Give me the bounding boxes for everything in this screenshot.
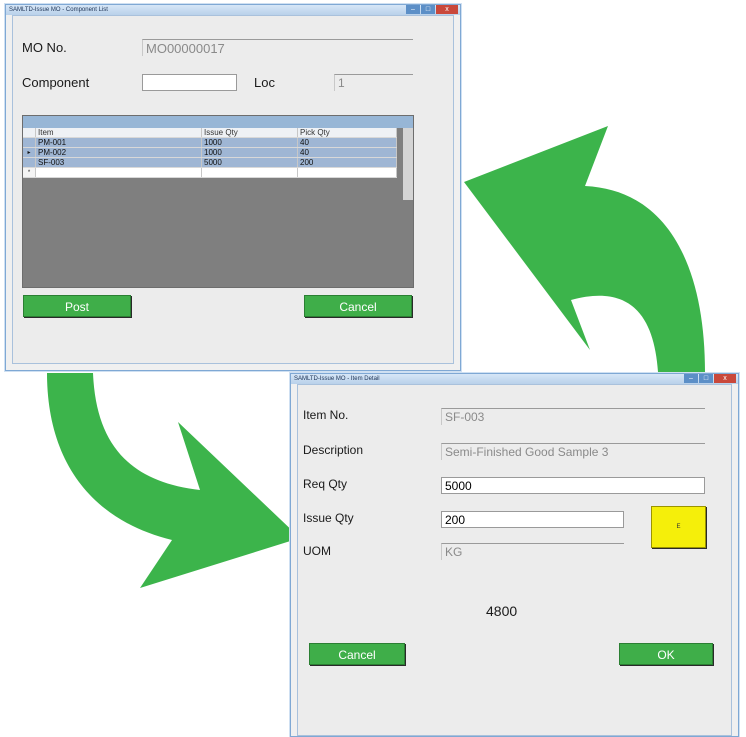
item-detail-window: SAMLTD-Issue MO - Item Detail – □ x Item… bbox=[290, 373, 739, 737]
arrow-down-right-icon bbox=[47, 373, 300, 588]
cell-item[interactable]: PM-002 bbox=[35, 147, 202, 158]
component-grid: Item Issue Qty Pick Qty PM-001 1000 40 ▸… bbox=[22, 115, 414, 288]
issue-qty-label: Issue Qty bbox=[303, 511, 354, 525]
mo-no-label: MO No. bbox=[22, 40, 67, 55]
table-row[interactable]: SF-003 5000 200 bbox=[23, 157, 397, 168]
description-field[interactable]: Semi-Finished Good Sample 3 bbox=[441, 443, 705, 460]
ok-button[interactable]: OK bbox=[619, 643, 713, 665]
column-header-issue-qty[interactable]: Issue Qty bbox=[201, 128, 298, 138]
e-button[interactable]: E bbox=[651, 506, 706, 548]
component-table: Item Issue Qty Pick Qty PM-001 1000 40 ▸… bbox=[23, 128, 397, 178]
cell-issue-qty[interactable]: 5000 bbox=[201, 157, 298, 168]
maximize-button[interactable]: □ bbox=[421, 5, 435, 14]
item-no-field[interactable]: SF-003 bbox=[441, 408, 705, 425]
maximize-button[interactable]: □ bbox=[699, 374, 713, 383]
close-button[interactable]: x bbox=[714, 374, 736, 383]
column-header-item[interactable]: Item bbox=[35, 128, 202, 138]
loc-label: Loc bbox=[254, 75, 275, 90]
req-qty-input[interactable]: 5000 bbox=[441, 477, 705, 494]
column-header-pick-qty[interactable]: Pick Qty bbox=[297, 128, 397, 138]
component-list-window: SAMLTD-Issue MO - Component List – □ x M… bbox=[5, 4, 461, 371]
close-button[interactable]: x bbox=[436, 5, 458, 14]
cancel-button[interactable]: Cancel bbox=[304, 295, 412, 317]
component-list-titlebar: SAMLTD-Issue MO - Component List – □ x bbox=[6, 5, 460, 15]
component-label: Component bbox=[22, 75, 90, 90]
req-qty-label: Req Qty bbox=[303, 477, 348, 491]
issue-qty-input[interactable]: 200 bbox=[441, 511, 624, 528]
item-detail-titlebar: SAMLTD-Issue MO - Item Detail – □ x bbox=[291, 374, 738, 384]
new-row[interactable]: * bbox=[23, 167, 397, 178]
cell-pick-qty[interactable]: 40 bbox=[297, 137, 397, 148]
component-list-title: SAMLTD-Issue MO - Component List bbox=[9, 7, 108, 13]
cell-item[interactable]: SF-003 bbox=[35, 157, 202, 168]
table-header-row: Item Issue Qty Pick Qty bbox=[23, 128, 397, 138]
post-button[interactable]: Post bbox=[23, 295, 131, 317]
cell-pick-qty[interactable]: 200 bbox=[297, 157, 397, 168]
uom-label: UOM bbox=[303, 544, 331, 558]
cell-issue-qty[interactable]: 1000 bbox=[201, 147, 298, 158]
table-row[interactable]: PM-001 1000 40 bbox=[23, 137, 397, 148]
minimize-button[interactable]: – bbox=[406, 5, 420, 14]
cell-pick-qty[interactable]: 40 bbox=[297, 147, 397, 158]
cell-item[interactable]: PM-001 bbox=[35, 137, 202, 148]
item-detail-title: SAMLTD-Issue MO - Item Detail bbox=[294, 376, 380, 382]
table-row[interactable]: ▸ PM-002 1000 40 bbox=[23, 147, 397, 158]
mo-no-field[interactable]: MO00000017 bbox=[142, 39, 413, 56]
arrow-up-left-icon bbox=[464, 126, 705, 372]
cell-issue-qty[interactable]: 1000 bbox=[201, 137, 298, 148]
loc-field[interactable]: 1 bbox=[334, 74, 413, 91]
row-indicator[interactable] bbox=[23, 157, 36, 168]
grid-group-header bbox=[23, 116, 413, 128]
component-input[interactable] bbox=[142, 74, 237, 91]
minimize-button[interactable]: – bbox=[684, 374, 698, 383]
item-detail-body: Item No. SF-003 Description Semi-Finishe… bbox=[297, 384, 732, 736]
item-no-label: Item No. bbox=[303, 408, 349, 422]
cancel-button[interactable]: Cancel bbox=[309, 643, 405, 665]
current-row-indicator-icon[interactable]: ▸ bbox=[23, 147, 36, 158]
grid-scrollbar[interactable] bbox=[403, 128, 413, 200]
component-list-body: MO No. MO00000017 Component Loc 1 Item I… bbox=[12, 15, 454, 364]
remaining-qty-value: 4800 bbox=[486, 603, 518, 619]
uom-field[interactable]: KG bbox=[441, 543, 624, 560]
description-label: Description bbox=[303, 443, 364, 457]
row-indicator[interactable] bbox=[23, 137, 36, 148]
new-row-indicator-icon[interactable]: * bbox=[23, 167, 36, 178]
